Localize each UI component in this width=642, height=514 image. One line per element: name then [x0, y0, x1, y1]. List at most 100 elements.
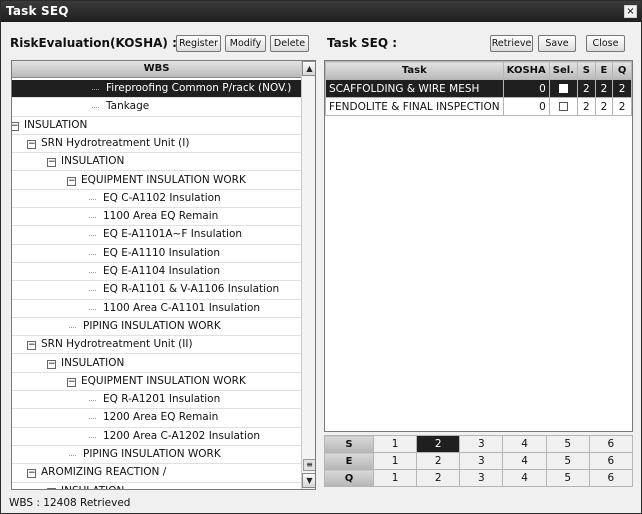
tree-node[interactable]: − AROMIZING REACTION /	[12, 464, 301, 483]
tree-node-label: EQ E-A1101A~F Insulation	[103, 228, 243, 241]
task-row[interactable]: FENDOLITE & FINAL INSPECTION 0 2 2 2	[325, 97, 632, 116]
tree-node[interactable]: −INSULATION	[12, 483, 301, 489]
collapse-toggle-icon[interactable]: −	[47, 487, 56, 489]
tree-node-label: Tankage	[106, 100, 150, 113]
tree-node[interactable]: −INSULATION	[12, 153, 301, 172]
legend-value-cell[interactable]: 2	[416, 469, 461, 487]
collapse-toggle-icon[interactable]: −	[67, 176, 76, 186]
close-button[interactable]: Close	[586, 35, 625, 52]
task-name-cell[interactable]: SCAFFOLDING & WIRE MESH	[325, 79, 504, 98]
tree-node[interactable]: EQ E-A1101A~F Insulation	[12, 226, 301, 245]
column-header-s[interactable]: S	[576, 61, 596, 80]
title-bar[interactable]: Task SEQ ×	[1, 1, 641, 22]
collapse-toggle-icon[interactable]: −	[47, 359, 56, 369]
tree-node-label: EQ E-A1104 Insulation	[103, 265, 221, 277]
tree-node[interactable]: EQ E-A1110 Insulation	[12, 245, 301, 263]
scroll-thumb[interactable]: ≡	[303, 459, 315, 471]
legend-value-cell[interactable]: 5	[545, 469, 590, 487]
kosha-cell[interactable]: 0	[502, 79, 550, 98]
tree-node[interactable]: 1200 Area C-A1202 Insulation	[12, 428, 301, 446]
tree-connector	[89, 436, 96, 438]
sel-checkbox[interactable]	[558, 102, 568, 111]
delete-button[interactable]: Delete	[270, 35, 309, 52]
legend-value-cell[interactable]: 4	[502, 435, 547, 453]
legend-value-cell[interactable]: 3	[459, 452, 504, 470]
tree-node[interactable]: Fireproofing Common P/rack (NOV.)	[12, 80, 301, 99]
legend-value-cell[interactable]: 4	[502, 452, 547, 470]
tree-node[interactable]: PIPING INSULATION WORK	[12, 318, 301, 337]
task-grid-panel[interactable]: Task KOSHA Sel. S E Q SCAFFOLDING & WIRE…	[324, 60, 633, 432]
e-value-cell[interactable]: 2	[594, 97, 614, 116]
legend-value-cell[interactable]: 1	[372, 469, 418, 487]
tree-node[interactable]: EQ E-A1104 Insulation	[12, 263, 301, 282]
tree-node[interactable]: −INSULATION	[12, 355, 301, 373]
legend-value-cell[interactable]: 2	[416, 435, 461, 453]
wbs-column-header[interactable]: WBS	[12, 61, 301, 78]
column-header-kosha[interactable]: KOSHA	[502, 61, 550, 80]
tree-node-label: EQ R-A1101 & V-A1106 Insulation	[103, 283, 280, 296]
legend-value-cell[interactable]: 4	[502, 469, 547, 487]
q-value-cell[interactable]: 2	[612, 97, 632, 116]
tree-node[interactable]: −INSULATION	[12, 117, 301, 135]
tree-node[interactable]: EQ R-A1201 Insulation	[12, 391, 301, 410]
status-bar: WBS : 12408 Retrieved	[9, 497, 131, 509]
sel-cell[interactable]	[548, 79, 578, 98]
tree-node[interactable]: 1100 Area EQ Remain	[12, 208, 301, 227]
tree-node[interactable]: 1200 Area EQ Remain	[12, 409, 301, 428]
legend-value-cell[interactable]: 3	[459, 435, 504, 453]
task-seq-window: Task SEQ × RiskEvaluation(KOSHA) : Regis…	[0, 0, 642, 514]
tree-scrollbar[interactable]: ▲ ≡ ▼	[301, 61, 315, 489]
collapse-toggle-icon[interactable]: −	[27, 469, 36, 479]
legend-value-cell[interactable]: 6	[588, 469, 634, 487]
tree-connector	[92, 89, 99, 90]
collapse-toggle-icon[interactable]: −	[67, 377, 76, 387]
legend-value-cell[interactable]: 6	[588, 452, 634, 470]
collapse-toggle-icon[interactable]: −	[12, 121, 19, 131]
s-value-cell[interactable]: 2	[576, 79, 596, 98]
legend-value-cell[interactable]: 2	[416, 452, 461, 470]
wbs-tree-panel[interactable]: WBS Fireproofing Common P/rack (NOV.) Tan…	[11, 60, 316, 490]
legend-row-label: E	[324, 452, 374, 470]
tree-node[interactable]: EQ C-A1102 Insulation	[12, 190, 301, 209]
tree-node[interactable]: 1100 Area C-A1101 Insulation	[12, 300, 301, 318]
tree-node[interactable]: − EQUIPMENT INSULATION WORK	[12, 172, 301, 190]
legend-value-cell[interactable]: 5	[545, 435, 590, 453]
tree-node[interactable]: − EQUIPMENT INSULATION WORK	[12, 373, 301, 392]
q-value-cell[interactable]: 2	[612, 79, 632, 98]
save-button[interactable]: Save	[538, 35, 576, 52]
sel-cell[interactable]	[548, 97, 578, 116]
column-header-task[interactable]: Task	[325, 61, 504, 80]
legend-value-cell[interactable]: 1	[372, 435, 418, 453]
scroll-up-icon[interactable]: ▲	[302, 61, 315, 76]
e-value-cell[interactable]: 2	[594, 79, 614, 98]
retrieve-button[interactable]: Retrieve	[490, 35, 533, 52]
legend-value-cell[interactable]: 6	[588, 435, 634, 453]
risk-evaluation-label: RiskEvaluation(KOSHA) :	[10, 36, 177, 50]
kosha-cell[interactable]: 0	[502, 97, 550, 116]
task-name-cell[interactable]: FENDOLITE & FINAL INSPECTION	[325, 97, 504, 116]
tree-node[interactable]: EQ R-A1101 & V-A1106 Insulation	[12, 281, 301, 300]
column-header-e[interactable]: E	[594, 61, 614, 80]
close-icon[interactable]: ×	[624, 5, 637, 18]
legend-value-cell[interactable]: 3	[459, 469, 504, 487]
tree-node-label: 1100 Area C-A1101 Insulation	[103, 301, 261, 314]
tree-node-label: EQUIPMENT INSULATION WORK	[81, 173, 246, 186]
collapse-toggle-icon[interactable]: −	[47, 158, 56, 168]
tree-node[interactable]: PIPING INSULATION WORK	[12, 446, 301, 465]
register-button[interactable]: Register	[176, 35, 221, 52]
modify-button[interactable]: Modify	[225, 35, 266, 52]
legend-value-cell[interactable]: 5	[545, 452, 590, 470]
tree-node[interactable]: Tankage	[12, 98, 301, 117]
collapse-toggle-icon[interactable]: −	[27, 139, 36, 149]
task-row[interactable]: SCAFFOLDING & WIRE MESH 0 2 2 2	[325, 79, 632, 98]
scroll-down-icon[interactable]: ▼	[302, 473, 315, 488]
legend-value-cell[interactable]: 1	[372, 452, 418, 470]
tree-node-label: SRN Hydrotreatment Unit (I)	[41, 136, 190, 149]
column-header-q[interactable]: Q	[612, 61, 632, 80]
s-value-cell[interactable]: 2	[576, 97, 596, 116]
sel-checkbox[interactable]	[558, 84, 568, 93]
column-header-sel[interactable]: Sel.	[548, 61, 578, 80]
tree-node[interactable]: − SRN Hydrotreatment Unit (II)	[12, 336, 301, 355]
tree-node[interactable]: − SRN Hydrotreatment Unit (I)	[12, 135, 301, 154]
collapse-toggle-icon[interactable]: −	[27, 341, 36, 351]
